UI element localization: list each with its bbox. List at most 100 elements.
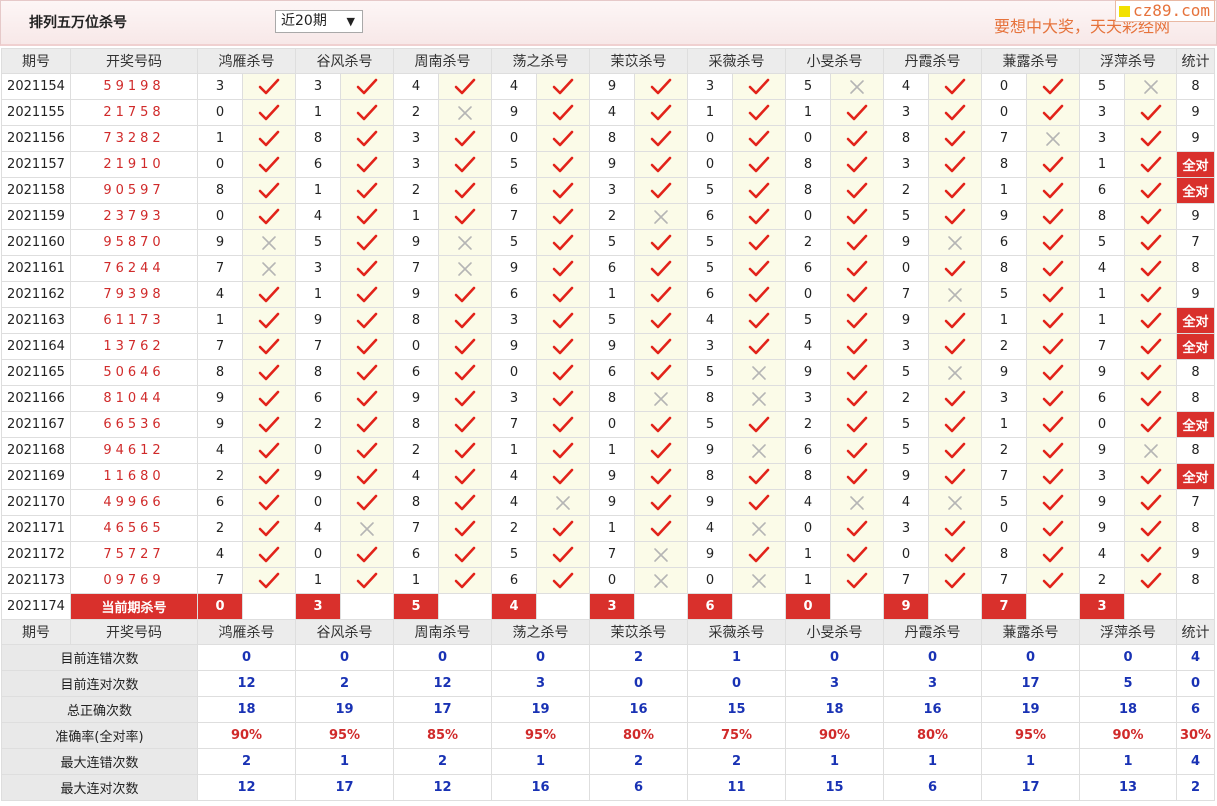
check-icon [634, 515, 688, 542]
kill-number-cell: 1 [1079, 281, 1125, 308]
correct-count-cell: 8 [1176, 385, 1215, 412]
kill-number-cell: 0 [981, 99, 1027, 126]
period-cell: 2021155 [1, 99, 71, 126]
correct-count-cell: 9 [1176, 125, 1215, 152]
kill-number-cell: 5 [687, 255, 733, 282]
cross-icon [732, 359, 786, 386]
stat-value: 3 [883, 670, 982, 697]
kill-number-cell: 9 [687, 489, 733, 516]
check-icon [1026, 463, 1080, 490]
kill-number-cell: 1 [295, 99, 341, 126]
check-icon [830, 177, 884, 204]
check-icon [634, 151, 688, 178]
cross-icon [634, 385, 688, 412]
table-row: 2021156 73282 1 8 3 0 8 0 0 8 7 3 9 [1, 125, 1215, 152]
stat-value: 18 [197, 696, 296, 723]
table-row: 2021162 79398 4 1 9 6 1 6 0 7 5 1 9 [1, 281, 1215, 308]
check-icon [732, 151, 786, 178]
kill-number-cell: 5 [1079, 229, 1125, 256]
kill-number-cell: 3 [295, 73, 341, 100]
stat-value: 0 [197, 644, 296, 671]
check-icon [928, 255, 982, 282]
check-icon [438, 307, 492, 334]
current-kill-spacer [1124, 593, 1177, 620]
table-row: 2021161 76244 7 3 7 9 6 5 6 0 8 4 8 [1, 255, 1215, 282]
check-icon [242, 177, 296, 204]
stat-value: 17 [295, 774, 394, 801]
kill-number-cell: 6 [981, 229, 1027, 256]
check-icon [242, 541, 296, 568]
check-icon [1026, 437, 1080, 464]
check-icon [1124, 489, 1177, 516]
table-row: 2021164 13762 7 7 0 9 9 3 4 3 2 7 全对 [1, 333, 1215, 360]
check-icon [830, 307, 884, 334]
check-icon [1026, 359, 1080, 386]
check-icon [928, 567, 982, 594]
check-icon [340, 99, 394, 126]
kill-number-cell: 1 [1079, 151, 1125, 178]
check-icon [1124, 307, 1177, 334]
col-header-expert: 浮萍杀号 [1079, 619, 1177, 645]
check-icon [536, 411, 590, 438]
check-icon [928, 99, 982, 126]
kill-number-cell: 9 [491, 99, 537, 126]
kill-number-cell: 6 [491, 281, 537, 308]
check-icon [928, 73, 982, 100]
stat-label: 准确率(全对率) [1, 722, 198, 749]
cross-icon [830, 489, 884, 516]
kill-number-cell: 9 [687, 541, 733, 568]
stat-value: 3 [491, 670, 590, 697]
stat-value: 15 [687, 696, 786, 723]
stat-value: 12 [197, 774, 296, 801]
kill-number-cell: 1 [393, 203, 439, 230]
check-icon [1026, 385, 1080, 412]
kill-number-cell: 1 [393, 567, 439, 594]
stat-value: 0 [687, 670, 786, 697]
kill-number-cell: 2 [785, 229, 831, 256]
cross-icon [242, 255, 296, 282]
stat-value: 2 [295, 670, 394, 697]
check-icon [536, 437, 590, 464]
kill-number-cell: 3 [687, 73, 733, 100]
check-icon [340, 229, 394, 256]
check-icon [928, 203, 982, 230]
kill-number-cell: 0 [197, 203, 243, 230]
stat-value: 1 [295, 748, 394, 775]
check-icon [536, 125, 590, 152]
check-icon [634, 229, 688, 256]
check-icon [830, 567, 884, 594]
table-row: 2021166 81044 9 6 9 3 8 8 3 2 3 6 8 [1, 385, 1215, 412]
draw-number-cell: 21758 [70, 99, 198, 126]
kill-number-cell: 1 [981, 177, 1027, 204]
kill-number-cell: 2 [981, 333, 1027, 360]
kill-number-cell: 9 [981, 203, 1027, 230]
cross-icon [928, 281, 982, 308]
kill-number-cell: 0 [589, 411, 635, 438]
kill-number-cell: 6 [491, 567, 537, 594]
kill-number-cell: 9 [393, 281, 439, 308]
check-icon [438, 385, 492, 412]
draw-number-cell: 13762 [70, 333, 198, 360]
check-icon [1026, 255, 1080, 282]
kill-number-cell: 0 [785, 281, 831, 308]
kill-number-cell: 9 [491, 333, 537, 360]
kill-number-cell: 4 [1079, 541, 1125, 568]
top-bar: 排列五万位杀号 近20期 ▼ 要想中大奖，天天彩经网 [0, 0, 1217, 46]
period-range-select[interactable]: 近20期 ▼ [275, 10, 363, 33]
check-icon [830, 151, 884, 178]
draw-number-cell: 09769 [70, 567, 198, 594]
kill-number-cell: 9 [687, 437, 733, 464]
cross-icon [1124, 73, 1177, 100]
stat-value: 18 [1079, 696, 1177, 723]
kill-number-cell: 4 [295, 203, 341, 230]
cross-icon [438, 229, 492, 256]
site-logo[interactable]: cz89.com [1115, 0, 1215, 22]
kill-number-cell: 0 [883, 255, 929, 282]
cross-icon [928, 229, 982, 256]
check-icon [634, 307, 688, 334]
table-row: 2021173 09769 7 1 1 6 0 0 1 7 7 2 8 [1, 567, 1215, 594]
stat-value: 5 [1079, 670, 1177, 697]
check-icon [634, 489, 688, 516]
kill-number-cell: 4 [785, 489, 831, 516]
period-cell: 2021164 [1, 333, 71, 360]
